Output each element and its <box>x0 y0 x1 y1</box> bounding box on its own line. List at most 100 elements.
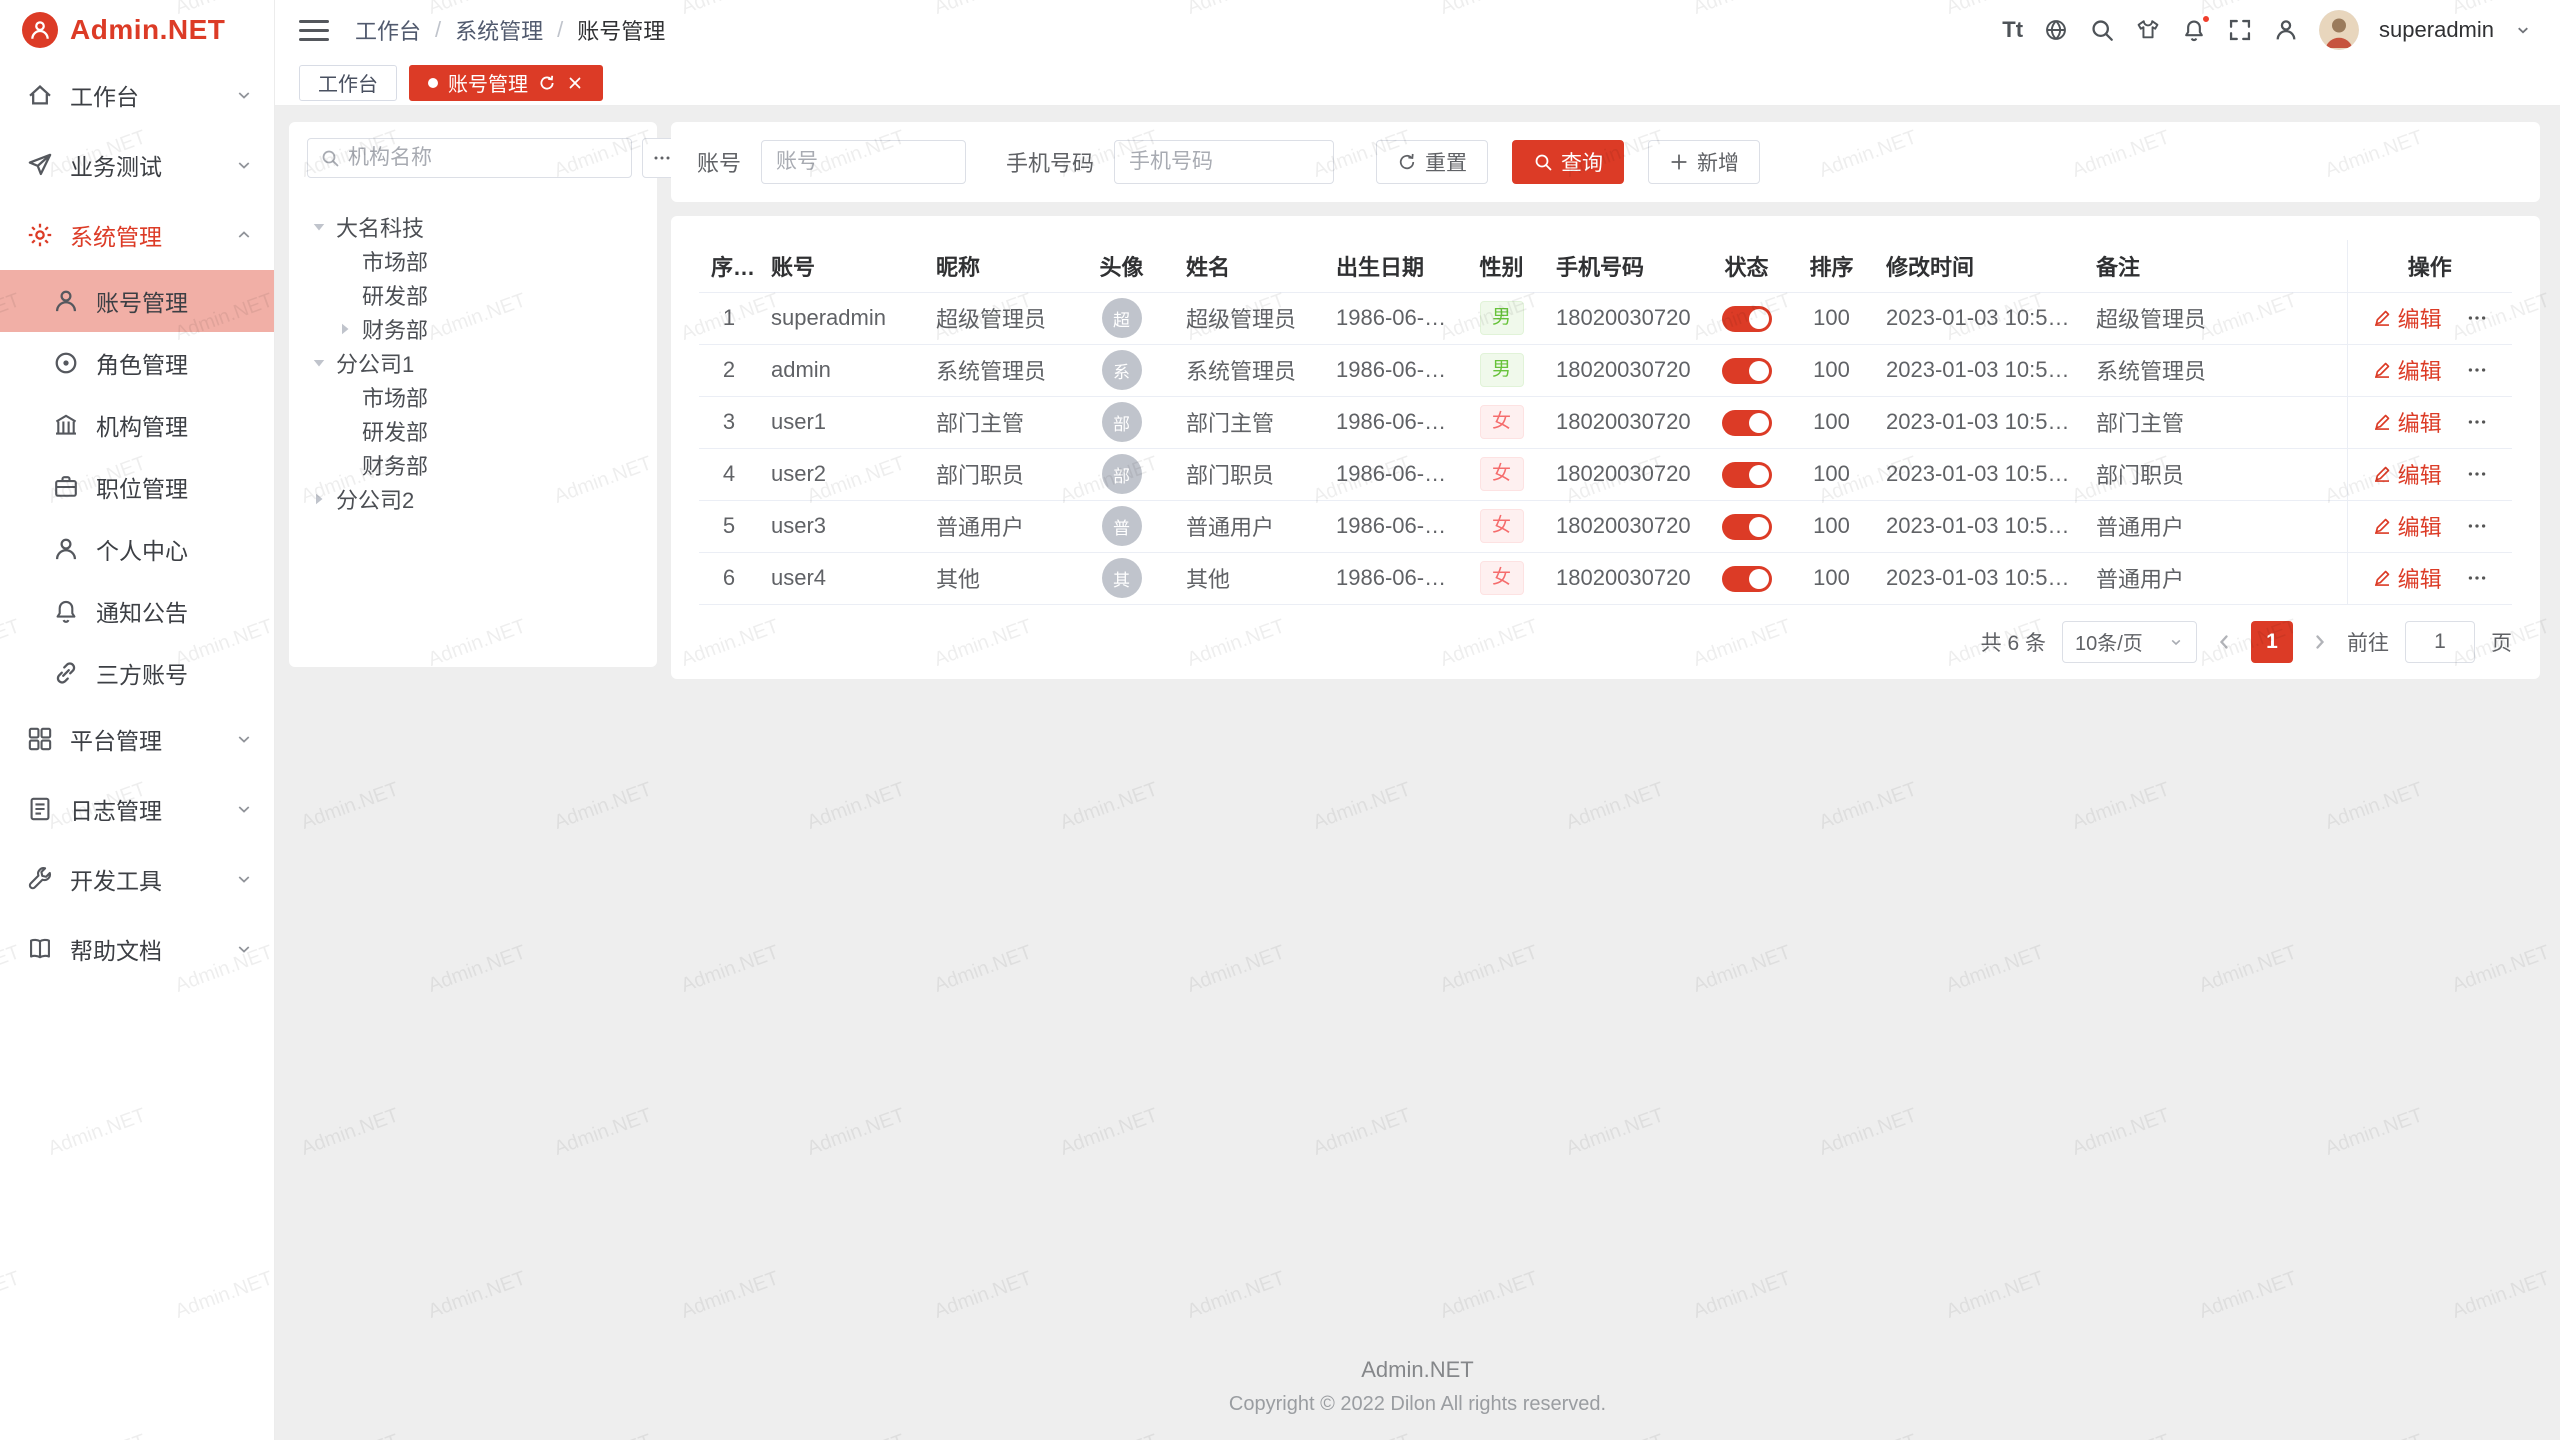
cell-index: 5 <box>699 500 759 552</box>
goto-page-input[interactable] <box>2405 621 2475 663</box>
accounts-table: 序号 账号 昵称 头像 姓名 出生日期 性别 手机号码 状态 排序 修改时间 <box>699 240 2512 605</box>
col-header: 出生日期 <box>1324 240 1459 292</box>
edit-button[interactable]: 编辑 <box>2372 354 2442 386</box>
tree-node[interactable]: 分公司2 <box>307 482 639 516</box>
status-toggle[interactable] <box>1722 566 1772 592</box>
tree-node[interactable]: 财务部 <box>307 312 639 346</box>
user-avatar[interactable] <box>2319 10 2359 50</box>
chevron-down-icon[interactable] <box>2514 21 2532 39</box>
current-page-button[interactable]: 1 <box>2251 621 2293 663</box>
tree-node[interactable]: 财务部 <box>307 448 639 482</box>
org-search-input[interactable] <box>348 146 619 170</box>
app-logo[interactable]: Admin.NET <box>0 0 274 60</box>
table-row: 5 user3 普通用户 普 普通用户 1986-06-28 女 1802003… <box>699 500 2512 552</box>
edit-icon <box>2372 360 2392 380</box>
tab-account-mgmt[interactable]: 账号管理 <box>409 65 603 101</box>
sidebar-item-account-mgmt[interactable]: 账号管理 <box>0 270 274 332</box>
sidebar-item-dev-tools[interactable]: 开发工具 <box>0 844 274 914</box>
status-toggle[interactable] <box>1722 306 1772 332</box>
bell-icon <box>52 597 80 625</box>
breadcrumb: 工作台 / 系统管理 / 账号管理 <box>355 14 665 46</box>
notification-bell[interactable] <box>2181 17 2207 43</box>
tree-node[interactable]: 研发部 <box>307 414 639 448</box>
sidebar-item-help-doc[interactable]: 帮助文档 <box>0 914 274 984</box>
cell-remark: 部门主管 <box>2084 396 2347 448</box>
sidebar: Admin.NET 工作台 业务测试 系统管理 账号管理 <box>0 0 275 1440</box>
sidebar-item-role-mgmt[interactable]: 角色管理 <box>0 332 274 394</box>
chevron-down-icon <box>2168 634 2184 650</box>
caret-right-icon[interactable] <box>335 319 355 339</box>
tree-node[interactable]: 研发部 <box>307 278 639 312</box>
tree-node-label: 大名科技 <box>336 211 424 243</box>
breadcrumb-item[interactable]: 系统管理 <box>455 14 543 46</box>
org-tree: 大名科技 市场部 研发部 财务部 <box>307 210 639 516</box>
add-button[interactable]: 新增 <box>1648 140 1760 184</box>
chevron-right-icon <box>2309 631 2331 653</box>
tree-node[interactable]: 分公司1 <box>307 346 639 380</box>
prev-page-button[interactable] <box>2213 631 2235 653</box>
sidebar-item-label: 个人中心 <box>96 532 254 566</box>
sidebar-item-system-mgmt[interactable]: 系统管理 <box>0 200 274 270</box>
tab-close-icon[interactable] <box>566 74 584 92</box>
search-button[interactable]: 查询 <box>1512 140 1624 184</box>
cell-name: 超级管理员 <box>1174 292 1324 344</box>
breadcrumb-item[interactable]: 工作台 <box>355 14 421 46</box>
tab-refresh-icon[interactable] <box>538 74 556 92</box>
edit-button[interactable]: 编辑 <box>2372 406 2442 438</box>
caret-down-icon[interactable] <box>309 353 329 373</box>
sidebar-item-third-account[interactable]: 三方账号 <box>0 642 274 704</box>
col-header: 状态 <box>1704 240 1789 292</box>
row-more-button[interactable] <box>2466 515 2488 537</box>
status-toggle[interactable] <box>1722 358 1772 384</box>
sidebar-item-position-mgmt[interactable]: 职位管理 <box>0 456 274 518</box>
edit-button[interactable]: 编辑 <box>2372 302 2442 334</box>
row-more-button[interactable] <box>2466 411 2488 433</box>
caret-right-icon[interactable] <box>309 489 329 509</box>
sidebar-item-workbench[interactable]: 工作台 <box>0 60 274 130</box>
account-input[interactable] <box>761 140 966 184</box>
edit-button[interactable]: 编辑 <box>2372 562 2442 594</box>
sidebar-item-label: 工作台 <box>70 78 218 112</box>
sidebar-item-org-mgmt[interactable]: 机构管理 <box>0 394 274 456</box>
sidebar-item-business-test[interactable]: 业务测试 <box>0 130 274 200</box>
building-icon <box>52 411 80 439</box>
tree-node[interactable]: 市场部 <box>307 380 639 414</box>
tree-node[interactable]: 市场部 <box>307 244 639 278</box>
caret-down-icon[interactable] <box>309 217 329 237</box>
tab-workbench[interactable]: 工作台 <box>299 65 397 101</box>
edit-button[interactable]: 编辑 <box>2372 458 2442 490</box>
table-header-row: 序号 账号 昵称 头像 姓名 出生日期 性别 手机号码 状态 排序 修改时间 <box>699 240 2512 292</box>
next-page-button[interactable] <box>2309 631 2331 653</box>
search-icon[interactable] <box>2089 17 2115 43</box>
phone-input[interactable] <box>1114 140 1334 184</box>
tree-node-label: 市场部 <box>362 381 428 413</box>
status-toggle[interactable] <box>1722 514 1772 540</box>
sidebar-item-log-mgmt[interactable]: 日志管理 <box>0 774 274 844</box>
row-more-button[interactable] <box>2466 567 2488 589</box>
sidebar-item-platform-mgmt[interactable]: 平台管理 <box>0 704 274 774</box>
book-icon <box>26 935 54 963</box>
profile-icon[interactable] <box>2273 17 2299 43</box>
theme-icon[interactable] <box>2135 17 2161 43</box>
sidebar-item-notice[interactable]: 通知公告 <box>0 580 274 642</box>
menu-collapse-button[interactable] <box>299 20 329 41</box>
font-size-icon[interactable]: Tt <box>2002 17 2023 43</box>
sidebar-item-personal-center[interactable]: 个人中心 <box>0 518 274 580</box>
tree-node[interactable]: 大名科技 <box>307 210 639 244</box>
row-more-button[interactable] <box>2466 463 2488 485</box>
fullscreen-icon[interactable] <box>2227 17 2253 43</box>
chevron-up-icon <box>234 225 254 245</box>
username[interactable]: superadmin <box>2379 17 2494 43</box>
globe-icon[interactable] <box>2043 17 2069 43</box>
status-toggle[interactable] <box>1722 462 1772 488</box>
sidebar-item-label: 通知公告 <box>96 594 254 628</box>
reset-button[interactable]: 重置 <box>1376 140 1488 184</box>
sidebar-item-label: 平台管理 <box>70 722 218 756</box>
edit-button[interactable]: 编辑 <box>2372 510 2442 542</box>
row-more-button[interactable] <box>2466 307 2488 329</box>
col-header: 昵称 <box>924 240 1069 292</box>
status-toggle[interactable] <box>1722 410 1772 436</box>
table-row: 6 user4 其他 其 其他 1986-06-28 女 18020030720 <box>699 552 2512 604</box>
row-more-button[interactable] <box>2466 359 2488 381</box>
page-size-select[interactable]: 10条/页 <box>2062 621 2197 663</box>
